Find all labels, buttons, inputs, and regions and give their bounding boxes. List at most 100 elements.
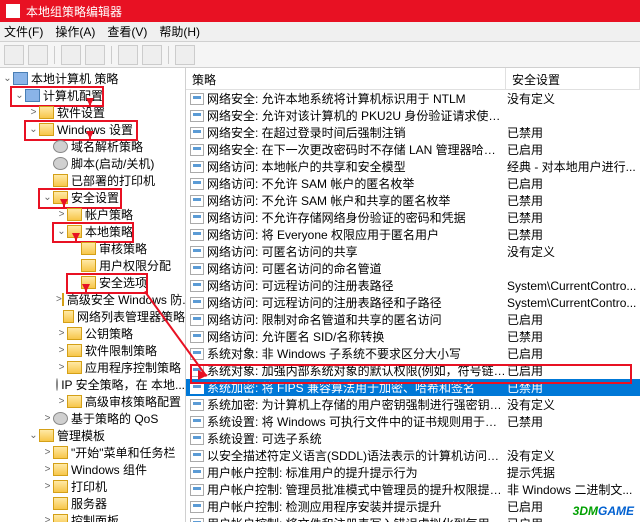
folder-icon <box>63 310 74 323</box>
policy-name: 网络访问: 本地帐户的共享和安全模型 <box>207 158 507 175</box>
separator <box>54 46 55 64</box>
policy-row[interactable]: 网络访问: 本地帐户的共享和安全模型经典 - 对本地用户进行... <box>186 158 640 175</box>
expand-icon[interactable]: > <box>56 396 67 407</box>
policy-row[interactable]: 用户帐户控制: 管理员批准模式中管理员的提升权限提示的...非 Windows … <box>186 481 640 498</box>
tree-item[interactable]: 已部署的打印机 <box>0 172 185 189</box>
policy-row[interactable]: 网络访问: 允许匿名 SID/名称转换已禁用 <box>186 328 640 345</box>
policy-row[interactable]: 网络安全: 在超过登录时间后强制注销已禁用 <box>186 124 640 141</box>
column-policy[interactable]: 策略 <box>186 68 506 89</box>
expand-icon[interactable]: > <box>42 464 53 475</box>
policy-row[interactable]: 网络访问: 不允许存储网络身份验证的密码和凭据已禁用 <box>186 209 640 226</box>
tree-item[interactable]: 域名解析策略 <box>0 138 185 155</box>
expand-icon[interactable]: > <box>28 107 39 118</box>
policy-row[interactable]: 网络安全: 允许本地系统将计算机标识用于 NTLM没有定义 <box>186 90 640 107</box>
policy-row[interactable]: 系统对象: 非 Windows 子系统不要求区分大小写已启用 <box>186 345 640 362</box>
up-button[interactable] <box>61 45 81 65</box>
expand-icon[interactable]: ⌄ <box>2 73 13 84</box>
menu-view[interactable]: 查看(V) <box>107 23 147 40</box>
policy-row[interactable]: 网络访问: 将 Everyone 权限应用于匿名用户已禁用 <box>186 226 640 243</box>
policy-row[interactable]: 网络访问: 可远程访问的注册表路径和子路径System\CurrentContr… <box>186 294 640 311</box>
expand-icon[interactable]: > <box>42 413 53 424</box>
policy-row[interactable]: 网络访问: 限制对命名管道和共享的匿名访问已启用 <box>186 311 640 328</box>
policy-value: 没有定义 <box>507 447 640 464</box>
expand-icon[interactable]: > <box>56 328 67 339</box>
policy-row[interactable]: 系统加密: 为计算机上存储的用户密钥强制进行强密钥保护没有定义 <box>186 396 640 413</box>
policy-icon <box>190 93 204 105</box>
expand-icon[interactable]: > <box>56 345 67 356</box>
policy-row[interactable]: 系统对象: 加强内部系统对象的默认权限(例如，符号链接)已启用 <box>186 362 640 379</box>
policy-row[interactable]: 用户帐户控制: 标准用户的提升提示行为提示凭据 <box>186 464 640 481</box>
policy-icon <box>190 467 204 479</box>
back-button[interactable] <box>4 45 24 65</box>
policy-row[interactable]: 网络访问: 不允许 SAM 帐户的匿名枚举已启用 <box>186 175 640 192</box>
tree-item[interactable]: >控制面板 <box>0 512 185 522</box>
policy-row[interactable]: 以安全描述符定义语言(SDDL)语法表示的计算机访问限制没有定义 <box>186 447 640 464</box>
tree-item[interactable]: >软件限制策略 <box>0 342 185 359</box>
expand-icon[interactable]: > <box>56 209 67 220</box>
menu-action[interactable]: 操作(A) <box>55 23 95 40</box>
tree-root[interactable]: ⌄ 本地计算机 策略 <box>0 70 185 87</box>
tree-item[interactable]: 审核策略 <box>0 240 185 257</box>
policy-value: 经典 - 对本地用户进行... <box>507 158 640 175</box>
tree-item[interactable]: 用户权限分配 <box>0 257 185 274</box>
expand-icon[interactable]: ⌄ <box>56 226 67 237</box>
tree-item[interactable]: ⌄ 管理模板 <box>0 427 185 444</box>
tree-item[interactable]: >"开始"菜单和任务栏 <box>0 444 185 461</box>
tree-item[interactable]: ⌄本地策略 <box>0 223 185 240</box>
tree-item[interactable]: ⌄安全设置 <box>0 189 185 206</box>
policy-icon <box>190 110 204 122</box>
tree-item[interactable]: > 高级审核策略配置 <box>0 393 185 410</box>
expand-icon[interactable]: ⌄ <box>28 430 39 441</box>
policy-icon <box>190 399 204 411</box>
policy-row[interactable]: 系统加密: 将 FIPS 兼容算法用于加密、哈希和签名已禁用 <box>186 379 640 396</box>
folder-icon <box>67 344 82 357</box>
policy-row[interactable]: 网络访问: 可匿名访问的共享没有定义 <box>186 243 640 260</box>
tree-item[interactable]: 安全选项 <box>0 274 185 291</box>
help-button[interactable] <box>175 45 195 65</box>
tree-item[interactable]: >基于策略的 QoS <box>0 410 185 427</box>
tree-label: Windows 组件 <box>71 461 147 478</box>
policy-icon <box>190 501 204 513</box>
menu-file[interactable]: 文件(F) <box>4 23 43 40</box>
policy-row[interactable]: 网络访问: 可匿名访问的命名管道 <box>186 260 640 277</box>
tree-label: 管理模板 <box>57 427 105 444</box>
menu-help[interactable]: 帮助(H) <box>159 23 200 40</box>
expand-icon[interactable]: > <box>56 362 67 373</box>
tree-label: 脚本(启动/关机) <box>71 155 154 172</box>
tree-item[interactable]: >应用程序控制策略 <box>0 359 185 376</box>
policy-value: 已启用 <box>507 362 640 379</box>
policy-row[interactable]: 网络访问: 可远程访问的注册表路径System\CurrentContro... <box>186 277 640 294</box>
tree-item[interactable]: > Windows 组件 <box>0 461 185 478</box>
tree-item[interactable]: >软件设置 <box>0 104 185 121</box>
expand-icon[interactable]: ⌄ <box>42 192 53 203</box>
tree-item[interactable]: >打印机 <box>0 478 185 495</box>
policy-row[interactable]: 系统设置: 将 Windows 可执行文件中的证书规则用于软件...已禁用 <box>186 413 640 430</box>
expand-icon[interactable]: > <box>42 515 53 522</box>
forward-button[interactable] <box>28 45 48 65</box>
folder-icon <box>67 208 82 221</box>
policy-row[interactable]: 系统设置: 可选子系统 <box>186 430 640 447</box>
column-security[interactable]: 安全设置 <box>506 68 640 89</box>
tree-label: 高级审核策略配置 <box>85 393 181 410</box>
export-button[interactable] <box>118 45 138 65</box>
policy-value: 已禁用 <box>507 413 640 430</box>
tree-item[interactable]: 服务器 <box>0 495 185 512</box>
tree-label: Windows 设置 <box>57 121 133 138</box>
policy-row[interactable]: 网络访问: 不允许 SAM 帐户和共享的匿名枚举已禁用 <box>186 192 640 209</box>
tree-item[interactable]: >公钥策略 <box>0 325 185 342</box>
expand-icon[interactable]: > <box>42 447 53 458</box>
tree-item[interactable]: >高级安全 Windows 防... <box>0 291 185 308</box>
tree-item[interactable]: IP 安全策略，在 本地... <box>0 376 185 393</box>
tree-item[interactable]: 脚本(启动/关机) <box>0 155 185 172</box>
expand-icon[interactable]: ⌄ <box>14 90 25 101</box>
show-hide-button[interactable] <box>85 45 105 65</box>
expand-icon[interactable]: > <box>42 481 53 492</box>
policy-icon <box>190 246 204 258</box>
window-title: 本地组策略编辑器 <box>26 3 122 20</box>
tree-item[interactable]: >帐户策略 <box>0 206 185 223</box>
expand-icon[interactable]: ⌄ <box>28 124 39 135</box>
policy-name: 网络访问: 可匿名访问的共享 <box>207 243 507 260</box>
policy-row[interactable]: 网络安全: 允许对该计算机的 PKU2U 身份验证请求使用联... <box>186 107 640 124</box>
policy-row[interactable]: 网络安全: 在下一次更改密码时不存储 LAN 管理器哈希值已启用 <box>186 141 640 158</box>
refresh-button[interactable] <box>142 45 162 65</box>
